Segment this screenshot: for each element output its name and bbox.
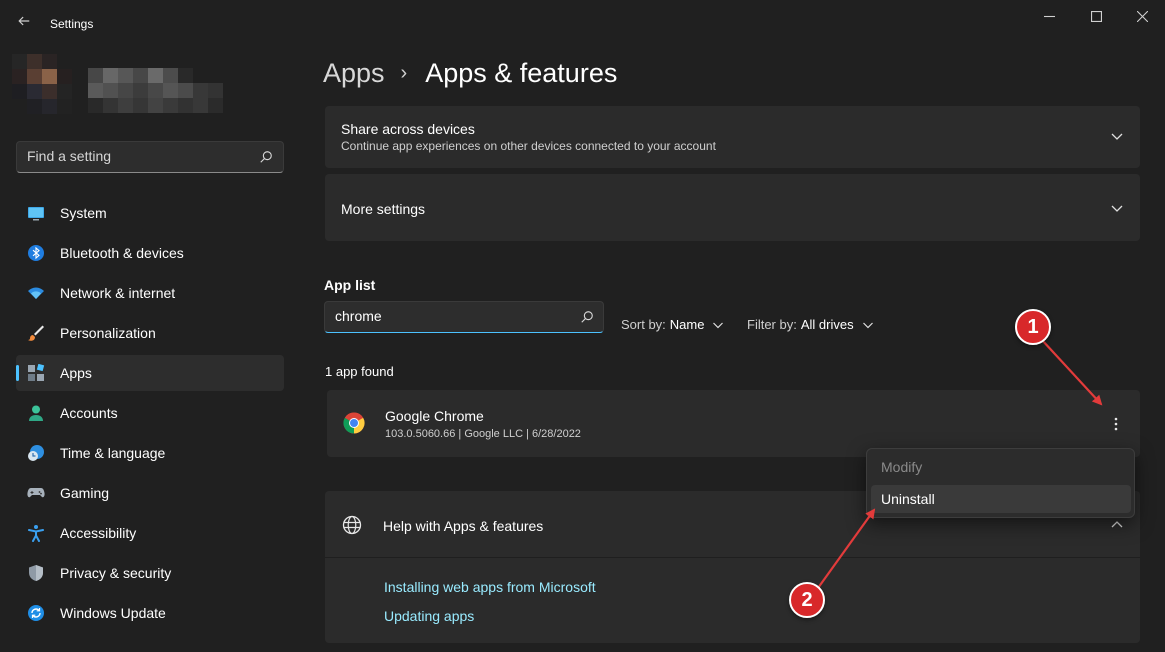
sidebar-item-system[interactable]: System <box>16 195 284 231</box>
card-title: More settings <box>341 201 426 217</box>
more-options-button[interactable] <box>1108 414 1124 434</box>
sort-label: Sort by: <box>621 317 666 332</box>
monitor-icon <box>27 204 45 222</box>
sidebar-item-label: Bluetooth & devices <box>60 245 184 261</box>
window-title: Settings <box>50 17 94 31</box>
sidebar-nav: System Bluetooth & devices Network & int… <box>16 195 284 635</box>
globe-icon <box>342 515 362 535</box>
title-bar: Settings <box>0 0 1165 48</box>
breadcrumb-apps-link[interactable]: Apps <box>323 58 385 89</box>
maximize-button[interactable] <box>1073 0 1119 32</box>
sidebar-item-label: Accessibility <box>60 525 137 541</box>
sort-dropdown[interactable]: Sort by: Name <box>621 317 724 332</box>
chevron-down-icon <box>713 322 724 328</box>
apps-found-count: 1 app found <box>325 364 394 379</box>
more-settings-card[interactable]: More settings <box>325 174 1140 241</box>
sidebar-item-gaming[interactable]: Gaming <box>16 475 284 511</box>
sidebar-item-label: Personalization <box>60 325 156 341</box>
sidebar-item-label: System <box>60 205 107 221</box>
app-search-box[interactable] <box>324 301 604 333</box>
shield-icon <box>27 564 45 582</box>
annotation-badge-2: 2 <box>789 582 825 618</box>
person-icon <box>27 404 45 422</box>
filter-value: All drives <box>800 317 854 332</box>
sidebar-item-bluetooth[interactable]: Bluetooth & devices <box>16 235 284 271</box>
chevron-up-icon[interactable] <box>1110 518 1124 532</box>
sidebar-item-label: Gaming <box>60 485 110 501</box>
search-icon[interactable] <box>259 150 273 164</box>
sidebar-item-accounts[interactable]: Accounts <box>16 395 284 431</box>
card-title: Share across devices <box>341 121 475 137</box>
apps-icon <box>27 364 45 382</box>
chrome-icon <box>343 412 365 434</box>
breadcrumb: Apps › Apps & features <box>323 58 617 89</box>
sidebar-item-label: Apps <box>60 365 92 381</box>
sidebar-item-label: Privacy & security <box>60 565 172 581</box>
wifi-icon <box>27 284 45 302</box>
chevron-down-icon[interactable] <box>1110 201 1124 215</box>
chevron-down-icon[interactable] <box>1110 129 1124 143</box>
clock-globe-icon <box>27 444 45 462</box>
sidebar-item-label: Accounts <box>60 405 118 421</box>
settings-search-box[interactable] <box>16 141 284 173</box>
sidebar-item-network[interactable]: Network & internet <box>16 275 284 311</box>
back-arrow-icon[interactable] <box>14 14 34 34</box>
app-name: Google Chrome <box>385 408 484 424</box>
sort-value: Name <box>669 317 705 332</box>
share-across-devices-card[interactable]: Share across devices Continue app experi… <box>325 106 1140 168</box>
app-details: 103.0.5060.66 | Google LLC | 6/28/2022 <box>385 428 581 440</box>
menu-item-uninstall[interactable]: Uninstall <box>871 485 1131 513</box>
sidebar-item-privacy[interactable]: Privacy & security <box>16 555 284 591</box>
card-subtitle: Continue app experiences on other device… <box>341 139 716 153</box>
search-icon[interactable] <box>580 310 594 324</box>
sidebar-item-personalization[interactable]: Personalization <box>16 315 284 351</box>
app-list-heading: App list <box>324 277 376 293</box>
chevron-down-icon <box>862 322 873 328</box>
brush-icon <box>27 324 45 342</box>
minimize-button[interactable] <box>1026 0 1072 32</box>
sidebar-item-time-language[interactable]: Time & language <box>16 435 284 471</box>
settings-search-input[interactable] <box>27 148 247 164</box>
sidebar-item-apps[interactable]: Apps <box>16 355 284 391</box>
annotation-badge-1: 1 <box>1015 309 1051 345</box>
sidebar-item-label: Network & internet <box>60 285 176 301</box>
list-item[interactable]: Google Chrome 103.0.5060.66 | Google LLC… <box>327 390 1140 457</box>
sidebar-item-label: Time & language <box>60 445 166 461</box>
filter-label: Filter by: <box>747 317 797 332</box>
help-link-install-web-apps[interactable]: Installing web apps from Microsoft <box>384 579 596 595</box>
page-title: Apps & features <box>425 58 618 88</box>
help-title: Help with Apps & features <box>383 518 544 534</box>
app-search-input[interactable] <box>335 308 565 324</box>
gamepad-icon <box>27 484 45 502</box>
profile-name-blurred <box>88 68 224 113</box>
more-vertical-icon <box>1114 417 1118 431</box>
avatar <box>12 54 72 114</box>
bluetooth-icon <box>27 244 45 262</box>
help-link-updating-apps[interactable]: Updating apps <box>384 608 474 624</box>
sidebar-item-label: Windows Update <box>60 605 166 621</box>
app-context-menu: Modify Uninstall <box>866 448 1135 518</box>
sidebar-item-accessibility[interactable]: Accessibility <box>16 515 284 551</box>
chevron-right-icon: › <box>400 62 408 84</box>
menu-item-modify: Modify <box>881 459 923 475</box>
update-icon <box>27 604 45 622</box>
accessibility-icon <box>27 524 45 542</box>
sidebar-item-windows-update[interactable]: Windows Update <box>16 595 284 631</box>
close-button[interactable] <box>1119 0 1165 32</box>
filter-dropdown[interactable]: Filter by: All drives <box>747 317 874 332</box>
